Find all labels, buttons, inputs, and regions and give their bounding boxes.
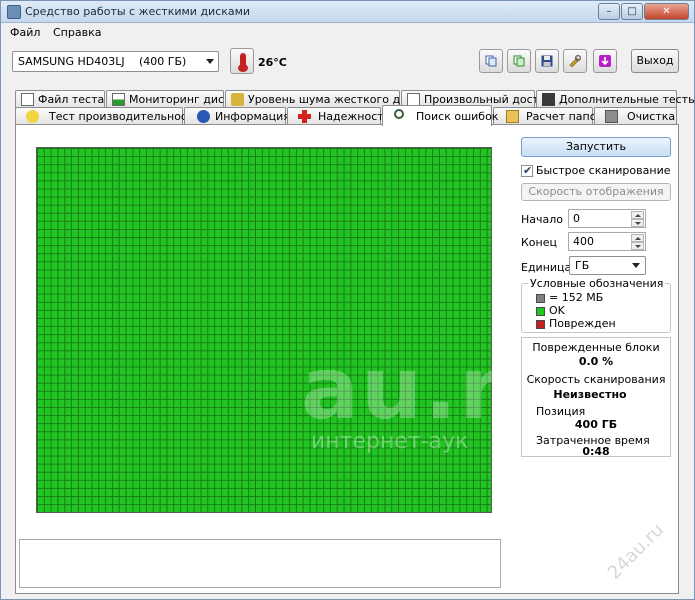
tab-reliability[interactable]: Надежность <box>287 107 390 125</box>
menu-bar: Файл Справка <box>1 23 694 43</box>
tab-label: Файл теста <box>38 93 105 106</box>
scan-speed-value: Неизвестно <box>553 388 627 401</box>
title-bar[interactable]: Средство работы с жесткими дисками – □ ✕ <box>1 1 694 23</box>
start-value: 0 <box>573 212 580 225</box>
tab-label: Тест производительности <box>49 110 201 123</box>
start-label: Начало <box>521 213 564 226</box>
chevron-down-icon <box>206 59 214 64</box>
options-button[interactable] <box>563 49 587 73</box>
ok-swatch <box>536 307 545 316</box>
position-value: 400 ГБ <box>574 418 618 431</box>
tools-icon <box>569 55 581 67</box>
copy-icon <box>485 55 497 67</box>
arrow-down-icon <box>599 55 611 67</box>
damaged-label: Поврежден <box>549 317 616 330</box>
spin-down-icon[interactable] <box>631 242 644 250</box>
quick-scan-label: Быстрое сканирование <box>536 164 671 177</box>
magnifier-icon <box>394 109 404 119</box>
drive-select[interactable]: SAMSUNG HD403LJ (400 ГБ) <box>12 51 219 72</box>
app-icon <box>7 5 21 19</box>
tests-icon <box>542 93 555 106</box>
end-label: Конец <box>521 236 557 249</box>
tab-label: Информация <box>215 110 290 123</box>
toolbar: SAMSUNG HD403LJ (400 ГБ) 26°C Выход <box>1 43 694 83</box>
tab-performance[interactable]: Тест производительности <box>15 107 201 125</box>
tab-information[interactable]: Информация <box>184 107 290 125</box>
trash-icon <box>605 110 618 123</box>
start-scan-button[interactable]: Запустить <box>521 137 671 157</box>
scan-speed-label: Скорость сканирования <box>526 373 666 386</box>
thermometer-bulb-icon <box>238 64 248 72</box>
unit-label: Единица <box>521 261 572 274</box>
damaged-swatch <box>536 320 545 329</box>
tab-label: Очистка <box>627 110 676 123</box>
cross-icon <box>298 110 311 123</box>
temperature-value: 26°C <box>258 56 287 69</box>
tab-cleanup[interactable]: Очистка <box>594 107 677 125</box>
menu-file[interactable]: Файл <box>10 26 40 39</box>
minimize-button[interactable]: – <box>598 3 620 20</box>
maximize-button[interactable]: □ <box>621 3 643 20</box>
copy-image-icon <box>513 55 525 67</box>
tab-noise-level[interactable]: Уровень шума жесткого диска <box>225 90 427 108</box>
error-scan-panel: Запустить ✔ Быстрое сканирование Скорост… <box>15 124 679 594</box>
unit-select[interactable]: ГБ <box>569 256 646 275</box>
scan-log-box[interactable] <box>19 539 501 588</box>
tab-error-scan[interactable]: Поиск ошибок <box>382 105 498 126</box>
check-icon: ✔ <box>523 164 533 177</box>
damaged-blocks-label: Поврежденные блоки <box>532 341 660 354</box>
spin-up-icon[interactable] <box>631 234 644 242</box>
tab-label: Расчет папок <box>526 110 604 123</box>
legend-group: Условные обозначения = 152 МБ OK Поврежд… <box>521 277 671 333</box>
spin-up-icon[interactable] <box>631 211 644 219</box>
block-swatch <box>536 294 545 303</box>
exit-button[interactable]: Выход <box>631 49 679 73</box>
minimize-to-tray-button[interactable] <box>593 49 617 73</box>
info-icon <box>197 110 210 123</box>
save-button[interactable] <box>535 49 559 73</box>
start-spinner[interactable]: 0 <box>568 209 646 228</box>
drive-name: SAMSUNG HD403LJ <box>18 55 125 68</box>
unit-value: ГБ <box>575 259 590 272</box>
elapsed-time-value: 0:48 <box>582 445 610 458</box>
chart-icon <box>112 93 125 106</box>
tab-label: Дополнительные тесты <box>559 93 695 106</box>
disk-block-map <box>36 147 492 513</box>
tab-label: Поиск ошибок <box>416 110 499 123</box>
window-title: Средство работы с жесткими дисками <box>25 5 251 18</box>
copy-image-button[interactable] <box>507 49 531 73</box>
bulb-icon <box>26 110 39 123</box>
scan-stats: Поврежденные блоки 0.0 % Скорость сканир… <box>521 337 671 458</box>
copy-text-button[interactable] <box>479 49 503 73</box>
end-spinner[interactable]: 400 <box>568 232 646 251</box>
tab-folder-calc[interactable]: Расчет папок <box>493 107 603 125</box>
quick-scan-checkbox[interactable]: ✔ <box>521 164 533 177</box>
tab-disk-monitoring[interactable]: Мониторинг диска <box>106 90 238 108</box>
tab-test-file[interactable]: Файл теста <box>15 90 105 108</box>
floppy-icon <box>541 55 553 67</box>
speaker-icon <box>231 93 244 106</box>
ok-label: OK <box>549 304 565 317</box>
display-speed-button[interactable]: Скорость отображения <box>521 183 671 201</box>
tab-row-top: Файл теста Мониторинг диска Уровень шума… <box>15 90 695 108</box>
damaged-blocks-value: 0.0 % <box>578 355 614 368</box>
position-label: Позиция <box>536 405 586 418</box>
main-window: Средство работы с жесткими дисками – □ ✕… <box>0 0 695 600</box>
tab-row-bottom: Тест производительности Информация Надеж… <box>15 105 679 126</box>
spin-down-icon[interactable] <box>631 219 644 227</box>
menu-help[interactable]: Справка <box>53 26 101 39</box>
file-icon <box>21 93 34 106</box>
temperature-button[interactable] <box>230 48 254 74</box>
chevron-down-icon <box>632 263 640 268</box>
tab-extra-tests[interactable]: Дополнительные тесты <box>536 90 695 108</box>
close-button[interactable]: ✕ <box>644 3 689 20</box>
block-size-label: = 152 МБ <box>549 291 604 304</box>
legend-title: Условные обозначения <box>528 277 666 290</box>
tab-label: Надежность <box>318 110 391 123</box>
drive-size: (400 ГБ) <box>139 55 187 68</box>
end-value: 400 <box>573 235 594 248</box>
folder-icon <box>506 110 519 123</box>
tab-label: Мониторинг диска <box>129 93 238 106</box>
